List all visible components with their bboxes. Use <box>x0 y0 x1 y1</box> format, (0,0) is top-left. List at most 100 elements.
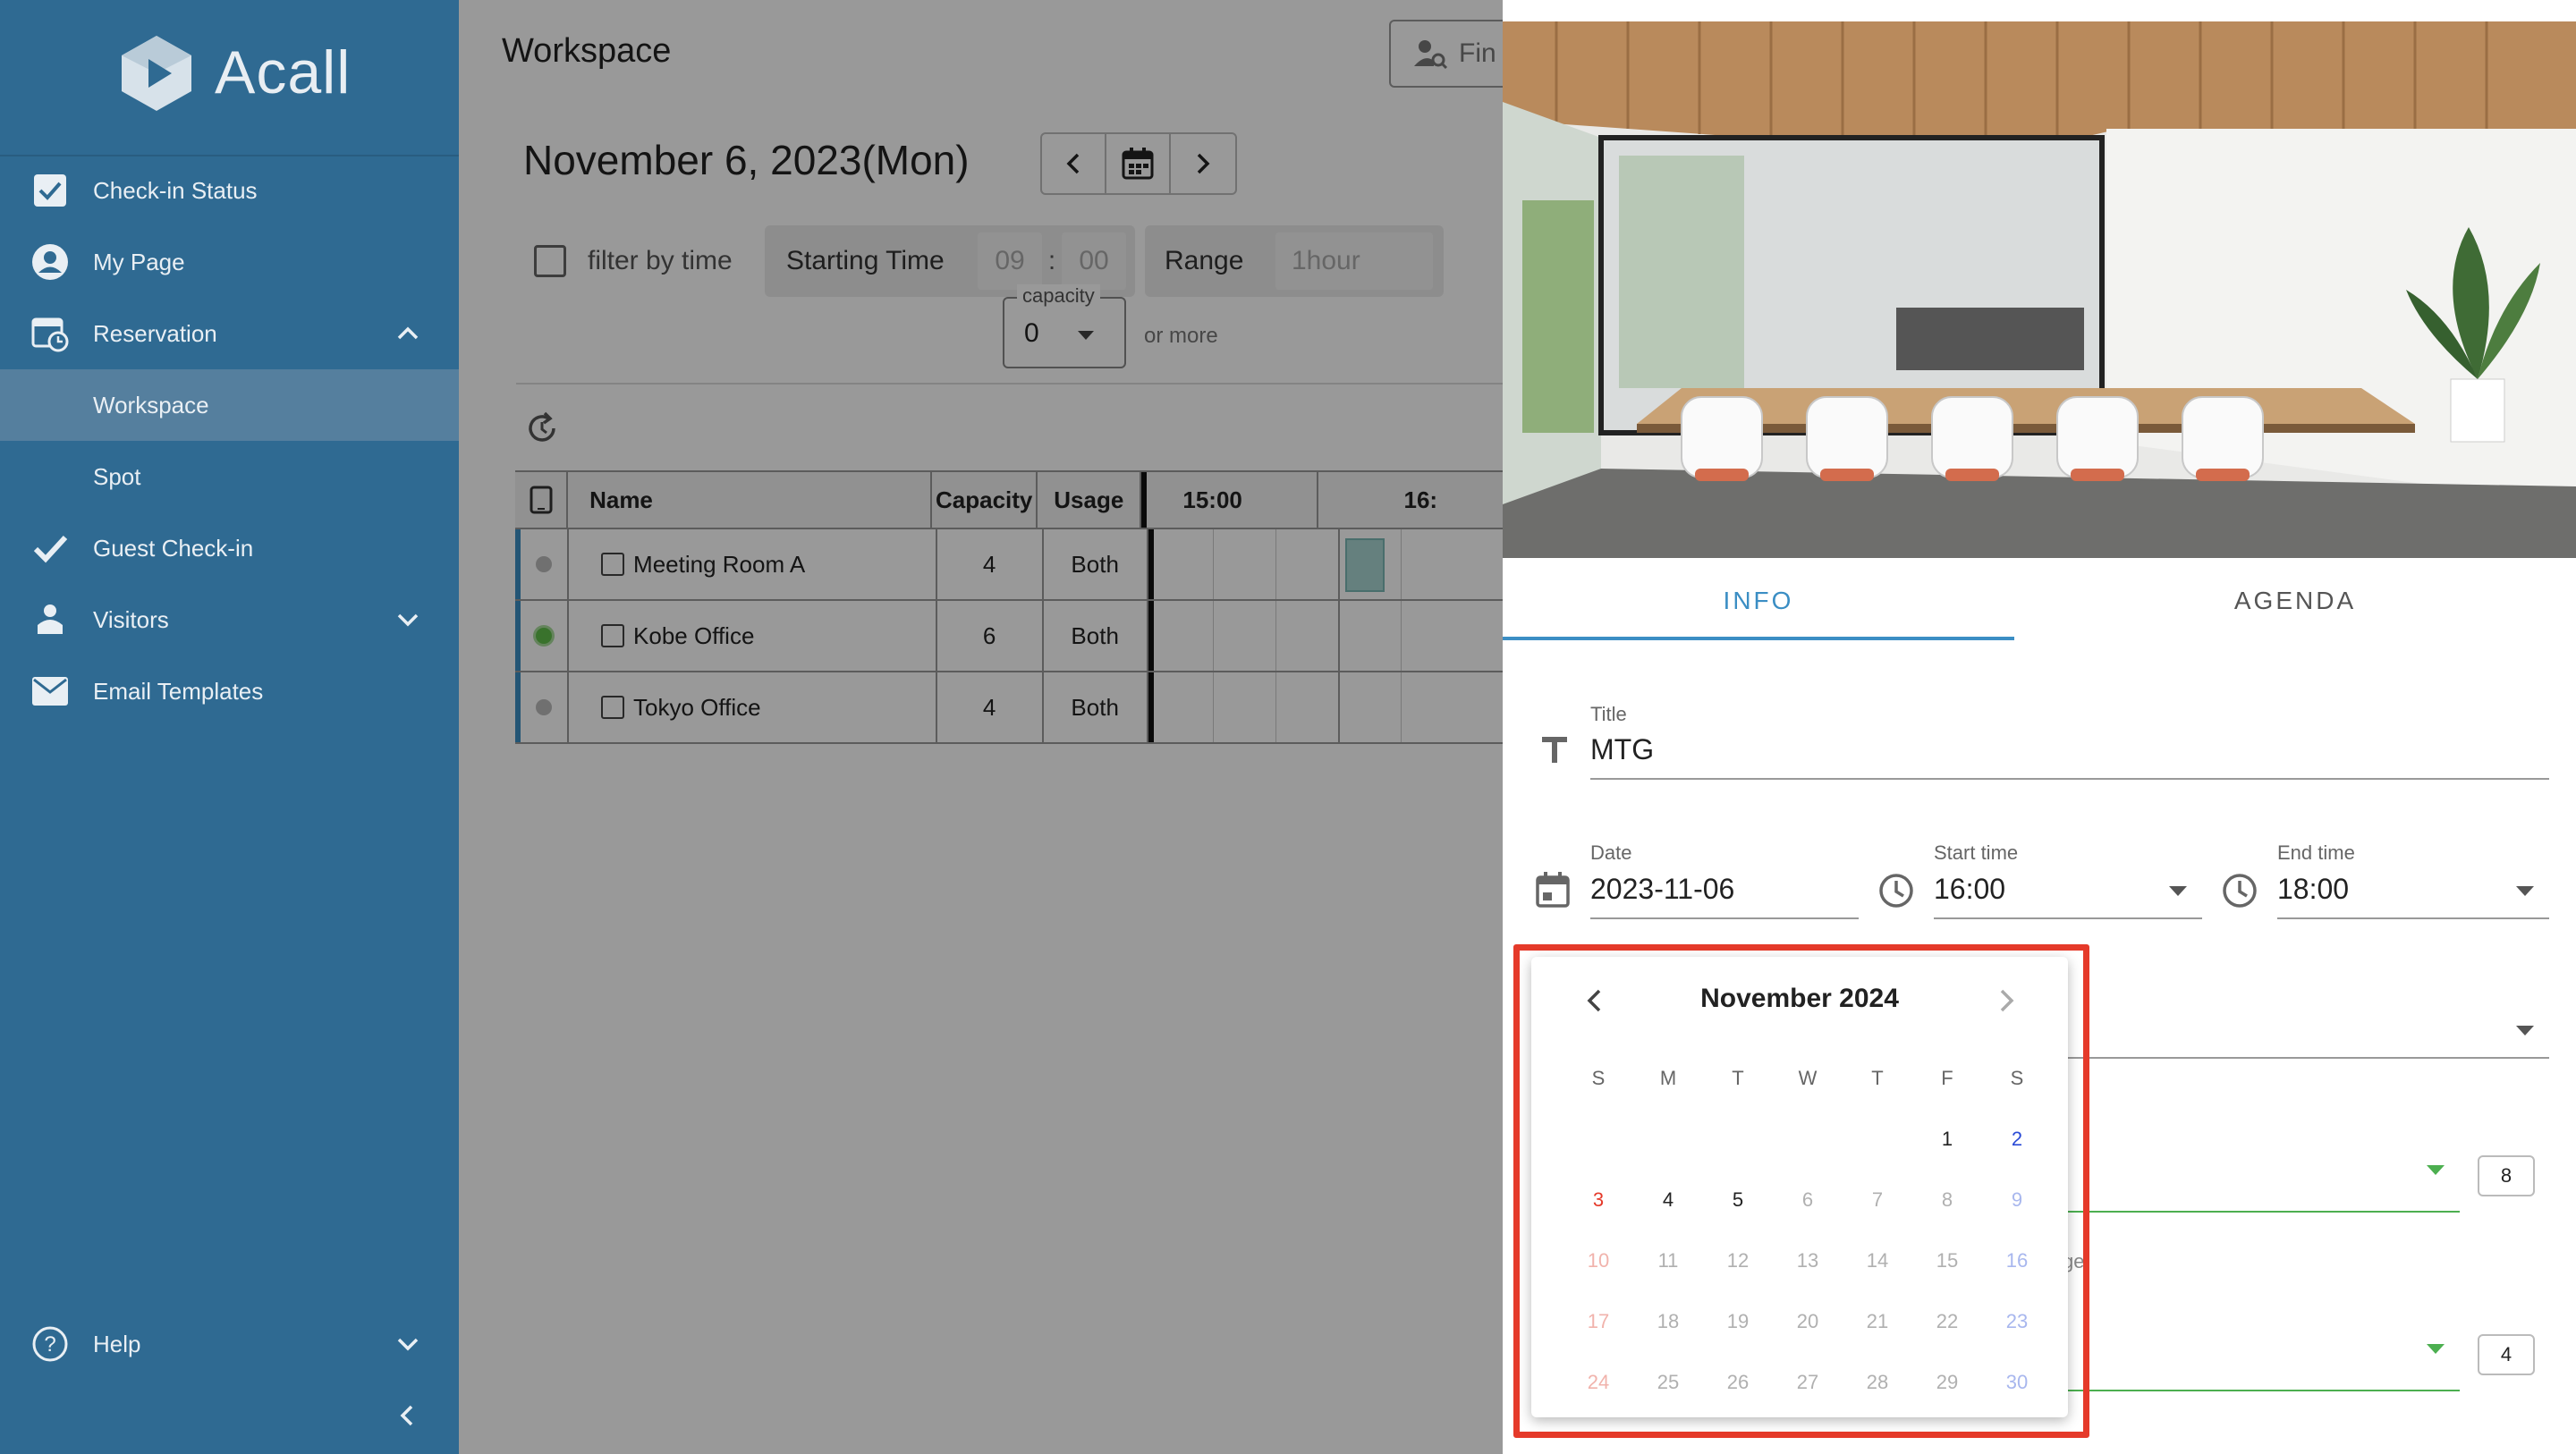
title-input[interactable]: MTG <box>1590 733 1654 766</box>
calendar-day: 17 <box>1587 1310 1610 1332</box>
title-label: Title <box>1590 703 1627 725</box>
start-time-underline <box>1934 917 2202 919</box>
brand-name: Acall <box>215 38 352 106</box>
calendar-day: 26 <box>1726 1371 1750 1393</box>
sidebar-item-visitors[interactable]: Visitors <box>0 584 459 655</box>
sidebar-item-label: Reservation <box>93 319 217 347</box>
sidebar: Acall Check-in Status My Page Reservatio… <box>0 0 459 1454</box>
start-time-label: Start time <box>1934 841 2019 864</box>
collapse-sidebar-icon[interactable] <box>394 1402 420 1429</box>
caret-down-icon[interactable] <box>2426 1164 2445 1177</box>
calendar-icon <box>1536 872 1570 908</box>
calendar-clock-icon <box>30 314 70 353</box>
select-underline <box>2057 1390 2460 1391</box>
check-icon <box>30 528 70 568</box>
calendar-day: 22 <box>1936 1310 1959 1332</box>
weekday-header: S <box>1591 1067 1606 1089</box>
caret-down-icon[interactable] <box>2515 885 2535 898</box>
calendar-day[interactable]: 1 <box>1912 1121 1982 1157</box>
end-time-label: End time <box>2277 841 2355 864</box>
count-field[interactable]: 8 <box>2478 1155 2535 1196</box>
sidebar-item-guest-check-in[interactable]: Guest Check-in <box>0 512 459 584</box>
tab-agenda[interactable]: AGENDA <box>2039 558 2551 644</box>
end-time-underline <box>2277 917 2549 919</box>
chevron-down-icon[interactable] <box>394 1330 422 1358</box>
end-time-select[interactable]: 18:00 <box>2277 873 2349 906</box>
calendar-day: 21 <box>1866 1310 1889 1332</box>
calendar-day: 30 <box>2005 1371 2029 1393</box>
tab-info[interactable]: INFO <box>1503 558 2014 644</box>
modal-backdrop[interactable] <box>459 0 1503 1454</box>
sidebar-item-email-templates[interactable]: Email Templates <box>0 655 459 727</box>
caret-down-icon[interactable] <box>2515 1025 2535 1037</box>
chevron-right-icon[interactable] <box>1991 985 2021 1016</box>
help-icon: ? <box>30 1324 70 1364</box>
account-icon <box>30 242 70 282</box>
calendar-day: 7 <box>1871 1188 1884 1211</box>
select-underline <box>2057 1057 2549 1059</box>
acall-logo-icon <box>122 36 191 111</box>
calendar-day: 11 <box>1657 1249 1679 1272</box>
weekday-header: W <box>1798 1067 1818 1089</box>
calendar-day: 28 <box>1866 1371 1889 1393</box>
calendar-day: 16 <box>2005 1249 2029 1272</box>
sidebar-item-label: Visitors <box>93 605 169 633</box>
calendar-day: 24 <box>1587 1371 1610 1393</box>
calendar-day: 6 <box>1801 1188 1814 1211</box>
calendar-day: 19 <box>1726 1310 1750 1332</box>
svg-text:?: ? <box>44 1332 55 1357</box>
sidebar-item-spot[interactable]: Spot <box>0 441 459 512</box>
weekday-header: F <box>1941 1067 1953 1089</box>
weekday-header: S <box>2010 1067 2024 1089</box>
clock-icon <box>1879 874 1913 908</box>
calendar-day: 10 <box>1587 1249 1610 1272</box>
sidebar-item-check-in-status[interactable]: Check-in Status <box>0 155 459 226</box>
chevron-up-icon[interactable] <box>394 319 422 348</box>
calendar-day: 27 <box>1796 1371 1819 1393</box>
calendar-day: 13 <box>1796 1249 1819 1272</box>
clock-icon <box>2223 874 2257 908</box>
brand-logo[interactable]: Acall <box>116 32 351 113</box>
calendar-day: 29 <box>1936 1371 1959 1393</box>
calendar-day: 23 <box>2005 1310 2029 1332</box>
sidebar-item-label: Guest Check-in <box>93 534 254 562</box>
checkbox-icon <box>30 171 70 210</box>
count-field[interactable]: 4 <box>2478 1334 2535 1375</box>
calendar-day[interactable]: 5 <box>1703 1182 1773 1218</box>
panel-tabs: INFO AGENDA <box>1503 558 2576 644</box>
caret-down-icon[interactable] <box>2426 1343 2445 1356</box>
calendar-month-title: November 2024 <box>1700 984 1899 1013</box>
chevron-down-icon[interactable] <box>394 605 422 634</box>
calendar-day: 12 <box>1726 1249 1750 1272</box>
calendar-day: 25 <box>1657 1371 1680 1393</box>
sidebar-item-help[interactable]: ? Help <box>0 1308 459 1380</box>
start-time-select[interactable]: 16:00 <box>1934 873 2005 906</box>
calendar-day: 15 <box>1936 1249 1959 1272</box>
sidebar-item-reservation[interactable]: Reservation <box>0 298 459 369</box>
calendar-day: 9 <box>2011 1188 2023 1211</box>
sidebar-item-label: Email Templates <box>93 677 264 705</box>
visitors-icon <box>30 600 70 639</box>
calendar-day[interactable]: 4 <box>1633 1182 1703 1218</box>
select-underline <box>2057 1211 2460 1213</box>
calendar-day[interactable]: 2 <box>1982 1121 2052 1157</box>
active-tab-indicator <box>1503 637 2014 640</box>
calendar-day: 14 <box>1866 1249 1889 1272</box>
mail-icon <box>30 672 70 711</box>
sidebar-item-label: Help <box>93 1330 141 1357</box>
weekday-header: M <box>1659 1067 1677 1089</box>
sidebar-item-workspace[interactable]: Workspace <box>0 369 459 441</box>
weekday-header: T <box>1732 1067 1744 1089</box>
calendar-day: 8 <box>1941 1188 1953 1211</box>
sidebar-item-label: Spot <box>93 462 141 490</box>
date-label: Date <box>1590 841 1632 864</box>
sidebar-item-label: Check-in Status <box>93 176 258 204</box>
text-format-icon <box>1542 737 1567 763</box>
sidebar-item-my-page[interactable]: My Page <box>0 226 459 298</box>
date-input[interactable]: 2023-11-06 <box>1590 873 1734 906</box>
sidebar-item-label: My Page <box>93 248 185 275</box>
caret-down-icon[interactable] <box>2168 885 2188 898</box>
date-picker-calendar: November 2024 S M T W T F S 1 2 3 4 5 6 7 8 9 10 11 12 13 14… <box>1531 957 2068 1417</box>
calendar-day[interactable]: 3 <box>1563 1182 1633 1218</box>
date-underline <box>1590 917 1859 919</box>
